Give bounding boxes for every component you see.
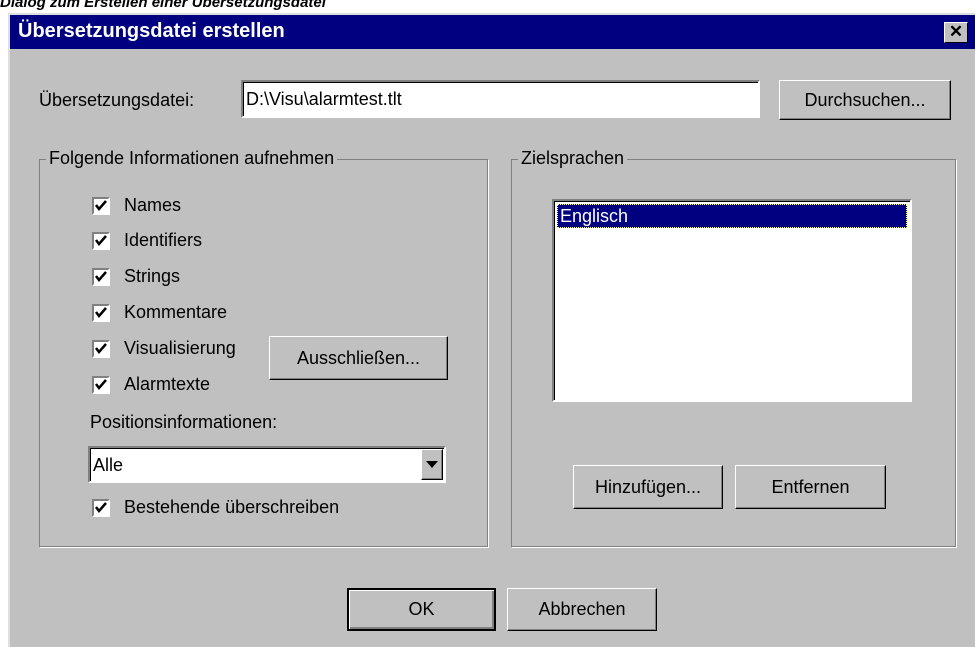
checkbox-label-names: Names	[124, 195, 182, 215]
checkbox-names[interactable]	[92, 197, 110, 215]
checkbox-label-visualisierung: Visualisierung	[124, 338, 236, 358]
browse-button-label: Durchsuchen...	[804, 90, 926, 110]
checkbox-identifiers[interactable]	[92, 232, 110, 250]
checkbox-alarmtexte[interactable]	[92, 376, 110, 394]
checkmark-icon	[95, 235, 107, 246]
position-info-select[interactable]: Alle	[88, 446, 446, 483]
file-label: Übersetzungsdatei:	[39, 90, 195, 110]
exclude-button-label: Ausschließen...	[296, 348, 421, 368]
remove-language-label: Entfernen	[771, 477, 850, 497]
dialog-title: Übersetzungsdatei erstellen	[18, 20, 285, 42]
remove-language-button[interactable]: Entfernen	[735, 465, 886, 509]
translation-file-dialog: Übersetzungsdatei erstellen ✕ Übersetzun…	[8, 13, 975, 647]
target-languages-legend: Zielsprachen	[518, 148, 628, 169]
exclude-button[interactable]: Ausschließen...	[269, 336, 448, 380]
languages-listbox[interactable]: Englisch	[552, 199, 912, 402]
checkbox-label-identifiers: Identifiers	[124, 230, 203, 250]
browse-button[interactable]: Durchsuchen...	[779, 80, 951, 120]
info-group-legend: Folgende Informationen aufnehmen	[46, 148, 338, 169]
overwrite-checkbox[interactable]	[92, 499, 110, 517]
checkmark-icon	[95, 343, 107, 354]
overwrite-label: Bestehende überschreiben	[124, 497, 340, 517]
cancel-button[interactable]: Abbrechen	[507, 588, 657, 631]
checkmark-icon	[95, 502, 107, 513]
checkbox-visualisierung[interactable]	[92, 340, 110, 358]
checkmark-icon	[95, 200, 107, 211]
position-info-label: Positionsinformationen:	[90, 412, 278, 432]
file-path-input[interactable]: D:\Visu\alarmtest.tlt	[241, 80, 760, 118]
close-button[interactable]: ✕	[944, 22, 968, 43]
ok-button[interactable]: OK	[347, 588, 496, 631]
cancel-button-label: Abbrechen	[538, 599, 626, 619]
checkbox-label-strings: Strings	[124, 266, 181, 286]
ok-button-label: OK	[408, 599, 435, 619]
position-info-value: Alle	[93, 455, 124, 475]
language-item-englisch[interactable]: Englisch	[557, 204, 907, 228]
checkbox-label-kommentare: Kommentare	[124, 302, 228, 322]
chevron-down-icon	[426, 461, 438, 468]
title-bar[interactable]: Übersetzungsdatei erstellen ✕	[10, 15, 975, 49]
figure-caption: Dialog zum Erstellen einer Übersetzungsd…	[0, 0, 326, 11]
checkbox-strings[interactable]	[92, 268, 110, 286]
checkbox-label-alarmtexte: Alarmtexte	[124, 374, 211, 394]
checkmark-icon	[95, 379, 107, 390]
close-icon: ✕	[948, 22, 964, 41]
dropdown-button[interactable]	[421, 449, 443, 480]
add-language-button[interactable]: Hinzufügen...	[573, 465, 723, 509]
add-language-label: Hinzufügen...	[594, 477, 702, 497]
checkmark-icon	[95, 271, 107, 282]
checkmark-icon	[95, 307, 107, 318]
file-path-value: D:\Visu\alarmtest.tlt	[246, 89, 402, 109]
checkbox-kommentare[interactable]	[92, 304, 110, 322]
